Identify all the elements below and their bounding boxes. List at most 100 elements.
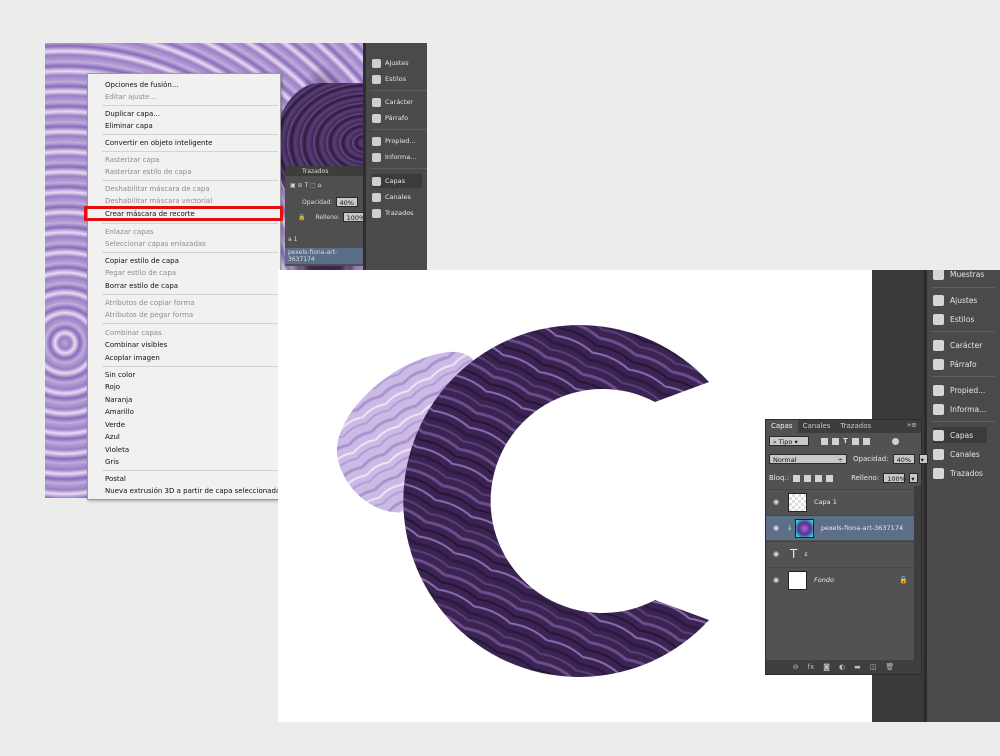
menu-opciones-fusion[interactable]: Opciones de fusión... <box>105 80 179 90</box>
filter-pixel-icon[interactable] <box>821 437 828 445</box>
menu-pegar-estilo[interactable]: Pegar estilo de capa <box>105 268 176 278</box>
menu-eliminar-capa[interactable]: Eliminar capa <box>105 121 153 131</box>
lock-transparent-icon[interactable] <box>793 474 801 482</box>
top-dock-parrafo[interactable]: Párrafo <box>372 111 408 125</box>
menu-convertir-objeto-inteligente[interactable]: Convertir en objeto inteligente <box>105 138 213 148</box>
menu-combinar-visibles[interactable]: Combinar visibles <box>105 340 167 350</box>
layer-name: ε <box>804 550 808 558</box>
top-dock-propiedades[interactable]: Propied... <box>372 134 416 148</box>
partial-fill-row: 🔒 Relleno: 100% <box>285 211 370 223</box>
layer-row-text[interactable]: ◉ T ε <box>766 541 914 566</box>
partial-filter-row: ▣ ⊘ T ⬚ ⌂ <box>290 181 322 189</box>
top-dock-estilos[interactable]: Estilos <box>372 72 406 86</box>
lock-pixels-icon[interactable] <box>804 474 812 482</box>
menu-postal[interactable]: Postal <box>105 474 126 484</box>
dock-caracter[interactable]: Carácter <box>933 337 982 353</box>
menu-rasterizar-capa[interactable]: Rasterizar capa <box>105 155 159 165</box>
top-dock-ajustes[interactable]: Ajustes <box>372 56 409 70</box>
blend-mode-select[interactable]: Normal ÷ <box>769 454 847 464</box>
trash-icon[interactable]: 🗑 <box>885 663 894 671</box>
mask-icon[interactable]: ◙ <box>823 663 830 671</box>
menu-acoplar-imagen[interactable]: Acoplar imagen <box>105 353 160 363</box>
menu-enlazar-capas[interactable]: Enlazar capas <box>105 227 154 237</box>
partial-layer-row-2[interactable]: pexels-fiona-art-3637174 <box>285 248 363 264</box>
opacity-dropdown-icon[interactable]: ▾ <box>918 454 928 464</box>
styles-icon <box>933 313 944 325</box>
partial-opacity-value[interactable]: 40% <box>335 197 358 207</box>
fill-input[interactable]: 100% <box>883 473 906 483</box>
lock-position-icon[interactable] <box>815 474 823 482</box>
visibility-eye-icon[interactable]: ◉ <box>770 524 782 532</box>
menu-duplicar-capa[interactable]: Duplicar capa... <box>105 109 160 119</box>
dock-capas[interactable]: Capas <box>933 427 987 443</box>
dock-trazados[interactable]: Trazados <box>933 465 983 481</box>
visibility-eye-icon[interactable]: ◉ <box>770 550 782 558</box>
menu-extrusion-3d[interactable]: Nueva extrusión 3D a partir de capa sele… <box>105 486 280 496</box>
menu-copiar-estilo[interactable]: Copiar estilo de capa <box>105 256 179 266</box>
adjustment-icon[interactable]: ◐ <box>839 663 845 671</box>
menu-borrar-estilo[interactable]: Borrar estilo de capa <box>105 281 178 291</box>
layers-scrollbar[interactable] <box>914 486 921 662</box>
info-icon <box>372 152 381 162</box>
top-dock-canales[interactable]: Canales <box>372 190 411 204</box>
tab-capas[interactable]: Capas <box>766 420 798 433</box>
filter-smart-icon[interactable] <box>862 437 870 445</box>
partial-tab-trazados[interactable]: Trazados <box>302 168 328 175</box>
menu-copiar-forma[interactable]: Atributos de copiar forma <box>105 298 195 308</box>
folder-icon[interactable]: ▬ <box>854 663 861 671</box>
dock-parrafo[interactable]: Párrafo <box>933 356 977 372</box>
opacity-input[interactable]: 40% <box>892 454 915 464</box>
visibility-eye-icon[interactable]: ◉ <box>770 576 782 584</box>
menu-verde[interactable]: Verde <box>105 420 125 430</box>
menu-editar-ajuste[interactable]: Editar ajuste... <box>105 92 156 102</box>
menu-amarillo[interactable]: Amarillo <box>105 407 134 417</box>
paragraph-icon <box>933 358 944 370</box>
filter-adjustment-icon[interactable] <box>832 437 839 445</box>
menu-sin-color[interactable]: Sin color <box>105 370 135 380</box>
panel-menu-icon[interactable]: »≡ <box>907 421 917 429</box>
lock-label: Bloq.: <box>769 474 790 482</box>
partial-opacity-label: Opacidad: <box>302 198 333 206</box>
menu-naranja[interactable]: Naranja <box>105 395 132 405</box>
menu-gris[interactable]: Gris <box>105 457 119 467</box>
filter-toggle-icon[interactable] <box>891 437 899 445</box>
fill-dropdown-icon[interactable]: ▾ <box>909 473 919 483</box>
new-layer-icon[interactable]: ◫ <box>870 663 877 671</box>
partial-layer-1-name: a 1 <box>288 235 298 243</box>
menu-deshabilitar-mascara-vectorial[interactable]: Deshabilitar máscara vectorial <box>105 196 212 206</box>
tab-trazados[interactable]: Trazados <box>835 420 876 433</box>
tab-canales[interactable]: Canales <box>798 420 836 433</box>
dock-info[interactable]: Informa... <box>933 401 986 417</box>
visibility-eye-icon[interactable]: ◉ <box>770 498 782 506</box>
menu-seleccionar-capas-enlazadas[interactable]: Seleccionar capas enlazadas <box>105 239 206 249</box>
menu-rojo[interactable]: Rojo <box>105 382 120 392</box>
dock-propiedades[interactable]: Propied... <box>933 382 985 398</box>
fx-icon[interactable]: fx <box>808 663 815 671</box>
lock-all-icon[interactable] <box>826 474 834 482</box>
top-dock-capas[interactable]: Capas <box>372 174 422 188</box>
link-icon[interactable]: ⊖ <box>793 663 799 671</box>
menu-rasterizar-estilo[interactable]: Rasterizar estilo de capa <box>105 167 192 177</box>
partial-layer-row-1[interactable]: a 1 <box>285 231 363 247</box>
menu-azul[interactable]: Azul <box>105 432 120 442</box>
layer-row-fondo[interactable]: ◉ Fondo 🔒 <box>766 567 914 592</box>
menu-violeta[interactable]: Violeta <box>105 445 129 455</box>
filter-type-select[interactable]: ⌕ Tipo ▾ <box>769 436 809 446</box>
dock-ajustes[interactable]: Ajustes <box>933 292 977 308</box>
dock-estilos[interactable]: Estilos <box>933 311 974 327</box>
top-dock-trazados[interactable]: Trazados <box>372 206 414 220</box>
partial-lock-icon: 🔒 <box>298 213 306 221</box>
filter-type-icon[interactable]: T <box>843 437 848 445</box>
dock-muestras[interactable]: Muestras <box>933 270 984 282</box>
menu-combinar-capas[interactable]: Combinar capas <box>105 328 162 338</box>
menu-deshabilitar-mascara-capa[interactable]: Deshabilitar máscara de capa <box>105 184 210 194</box>
filter-shape-icon[interactable] <box>851 437 859 445</box>
layer-row-capa-1[interactable]: ◉ Capa 1 <box>766 489 914 514</box>
lock-row: Bloq.: Relleno: 100% ▾ <box>769 473 919 483</box>
menu-pegar-forma[interactable]: Atributos de pegar forma <box>105 310 193 320</box>
top-dock-caracter[interactable]: Carácter <box>372 95 413 109</box>
top-dock-info[interactable]: Informa... <box>372 150 416 164</box>
blend-row: Normal ÷ Opacidad: 40% ▾ <box>769 454 928 464</box>
dock-canales[interactable]: Canales <box>933 446 980 462</box>
layer-row-pexels[interactable]: ◉ ↓ pexels-fiona-art-3637174 <box>766 515 914 540</box>
